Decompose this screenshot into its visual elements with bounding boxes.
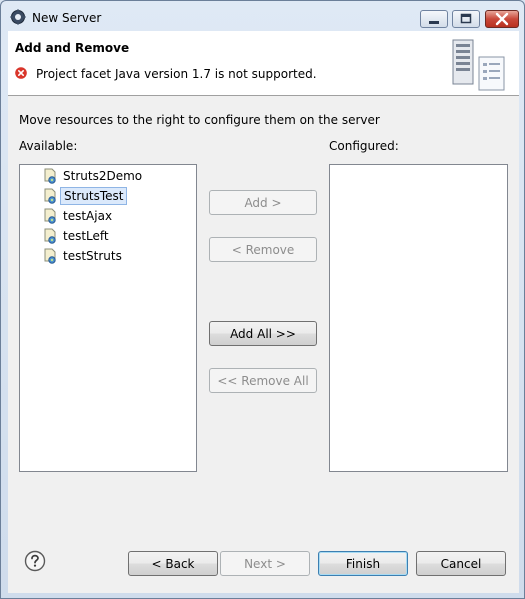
server-gear-icon [10,9,26,25]
maximize-button[interactable] [452,10,480,28]
web-project-icon [44,208,56,224]
close-button[interactable] [485,10,519,28]
list-item[interactable]: testLeft [40,227,190,245]
list-item-label: testAjax [63,209,113,223]
maximize-icon [460,13,472,24]
minimize-icon [429,21,439,24]
remove-all-button[interactable]: << Remove All [209,368,317,393]
title-bar[interactable]: New Server [1,1,524,31]
help-icon[interactable] [24,550,46,572]
page-title: Add and Remove [15,41,130,55]
window-title: New Server [32,11,102,25]
configured-list[interactable] [329,164,508,472]
back-button[interactable]: < Back [128,551,218,576]
web-project-icon [44,188,56,204]
close-icon [495,12,509,26]
cancel-button[interactable]: Cancel [416,551,506,576]
instruction-text: Move resources to the right to configure… [19,113,380,127]
add-button[interactable]: Add > [209,190,317,215]
available-list[interactable]: Struts2Demo StrutsTest testAjax testLeft… [19,164,197,472]
finish-button[interactable]: Finish [318,551,408,576]
dialog-content: Add and Remove Project facet Java versio… [8,31,519,593]
list-item-label: StrutsTest [60,187,128,205]
list-item[interactable]: Struts2Demo [40,167,190,185]
add-all-button[interactable]: Add All >> [209,321,317,346]
error-message: Project facet Java version 1.7 is not su… [36,67,317,81]
remove-button[interactable]: < Remove [209,237,317,262]
list-item[interactable]: StrutsTest [40,187,190,205]
minimize-button[interactable] [420,10,448,28]
next-button[interactable]: Next > [220,551,310,576]
server-wizard-banner-icon [452,39,505,91]
list-item[interactable]: testAjax [40,207,190,225]
list-item[interactable]: testStruts [40,247,190,265]
error-icon [15,67,27,79]
list-item-label: testStruts [63,249,122,263]
web-project-icon [44,228,56,244]
wizard-header: Add and Remove Project facet Java versio… [8,31,519,96]
web-project-icon [44,248,56,264]
list-item-label: testLeft [63,229,109,243]
configured-label: Configured: [329,139,399,153]
dialog-window: New Server Add and Remove Project facet … [0,0,525,599]
list-item-label: Struts2Demo [63,169,143,183]
available-label: Available: [19,139,78,153]
web-project-icon [44,168,56,184]
